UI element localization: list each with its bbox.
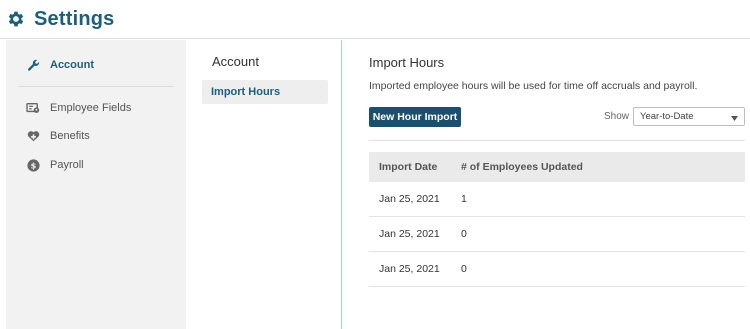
show-label: Show (604, 111, 630, 122)
header-divider (0, 38, 750, 39)
date-range-value: Year-to-Date (640, 111, 694, 122)
sidebar-item-employee-fields[interactable]: Employee Fields (26, 98, 131, 118)
import-table: Import Date # of Employees Updated Jan 2… (369, 152, 745, 287)
sidebar-item-label: Employee Fields (50, 102, 132, 114)
table-row: Jan 25, 2021 1 (369, 182, 745, 217)
caret-down-icon (731, 114, 738, 121)
column-header-employees-updated: # of Employees Updated (461, 161, 583, 173)
page-title: Settings (34, 7, 115, 30)
sidebar-item-benefits[interactable]: Benefits (26, 126, 90, 146)
table-header: Import Date # of Employees Updated (369, 152, 745, 182)
sidebar-item-payroll[interactable]: $ Payroll (26, 155, 84, 175)
main-content: Import Hours Imported employee hours wil… (343, 40, 750, 329)
wrench-icon (26, 58, 40, 72)
sidebar-item-account[interactable]: Account (26, 55, 94, 75)
table-row: Jan 25, 2021 0 (369, 252, 745, 287)
cell-employees-updated: 0 (461, 263, 467, 275)
page-header: Settings (0, 0, 750, 38)
column-header-import-date: Import Date (379, 161, 438, 173)
sidebar-item-label: Payroll (50, 159, 84, 171)
id-card-icon (26, 101, 40, 115)
dollar-icon: $ (26, 158, 40, 172)
section-title: Import Hours (369, 55, 445, 70)
gear-icon (6, 9, 26, 29)
svg-text:$: $ (30, 160, 36, 170)
section-divider (369, 140, 745, 141)
subnav: Account Import Hours (186, 40, 342, 329)
cell-import-date: Jan 25, 2021 (379, 193, 440, 205)
sidebar-item-label: Benefits (50, 130, 90, 142)
date-range-select[interactable]: Year-to-Date (633, 107, 745, 126)
sidebar: Account Employee Fields Benefits $ Payro… (6, 40, 186, 329)
subnav-title: Account (212, 54, 259, 69)
cell-import-date: Jan 25, 2021 (379, 263, 440, 275)
cell-import-date: Jan 25, 2021 (379, 228, 440, 240)
sidebar-divider (18, 86, 174, 87)
sidebar-item-label: Account (50, 59, 94, 71)
subnav-item-import-hours[interactable]: Import Hours (202, 80, 328, 104)
heart-icon (26, 129, 40, 143)
new-hour-import-button[interactable]: New Hour Import (369, 107, 461, 127)
table-row: Jan 25, 2021 0 (369, 217, 745, 252)
cell-employees-updated: 1 (461, 193, 467, 205)
cell-employees-updated: 0 (461, 228, 467, 240)
section-description: Imported employee hours will be used for… (369, 80, 698, 92)
